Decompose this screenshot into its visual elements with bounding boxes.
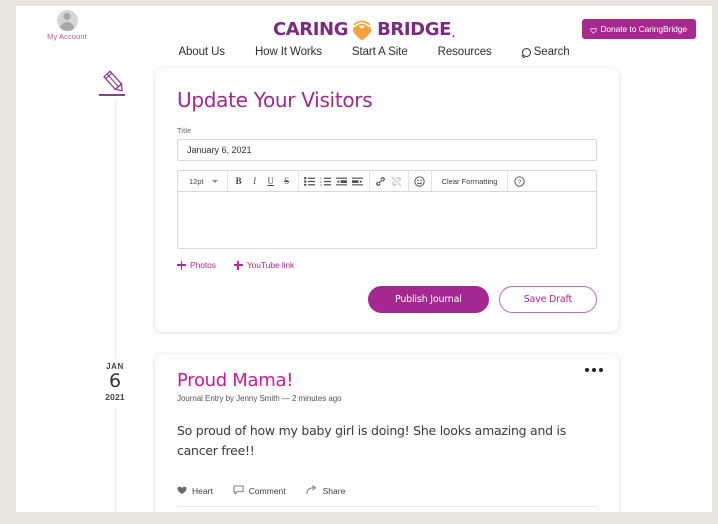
- add-photos-button[interactable]: Photos: [177, 260, 216, 270]
- heart-button[interactable]: Heart: [177, 485, 213, 497]
- emoji-icon[interactable]: [412, 172, 428, 191]
- rich-text-editor: 12pt B I U S 1 2 3 Clear Formatting ?: [177, 170, 597, 249]
- main-nav: About Us How It Works Start A Site Resou…: [16, 46, 712, 58]
- font-size-select[interactable]: 12pt: [181, 177, 224, 186]
- logo-text-left: CARING: [272, 18, 349, 40]
- caringbridge-heart-icon: [350, 16, 374, 42]
- link-icon[interactable]: [373, 172, 389, 191]
- toolbar-group-help: ?: [508, 171, 530, 191]
- nav-item-search[interactable]: Search: [521, 46, 570, 58]
- comment-button[interactable]: Comment: [233, 485, 286, 497]
- indent-icon[interactable]: [350, 172, 366, 191]
- search-icon: [521, 47, 531, 57]
- nav-item-start-a-site[interactable]: Start A Site: [352, 46, 408, 58]
- toolbar-group-link: [370, 171, 409, 191]
- date-year: 2021: [105, 392, 125, 402]
- bullet-list-icon[interactable]: [302, 172, 318, 191]
- pencil-underline: [99, 94, 125, 96]
- editor-actions: Publish Journal Save Draft: [177, 286, 597, 313]
- strikethrough-button[interactable]: S: [279, 172, 295, 191]
- svg-text:?: ?: [518, 179, 522, 186]
- toolbar-group-emoji: [409, 171, 432, 191]
- editor-toolbar: 12pt B I U S 1 2 3 Clear Formatting ?: [177, 170, 597, 191]
- heart-outline-icon: [590, 26, 598, 34]
- comment-label: Comment: [248, 486, 286, 496]
- nav-item-how-it-works[interactable]: How It Works: [255, 46, 322, 58]
- help-icon[interactable]: ?: [511, 172, 527, 191]
- editor-body-input[interactable]: [177, 191, 597, 249]
- share-label: Share: [322, 486, 346, 496]
- timeline-rule: [115, 68, 116, 512]
- unlink-icon[interactable]: [389, 172, 405, 191]
- logo-period: .: [451, 28, 456, 40]
- kebab-menu-icon[interactable]: [585, 368, 603, 372]
- underline-button[interactable]: U: [263, 172, 279, 191]
- date-day: 6: [108, 370, 122, 392]
- site-header: My Account CARING BRIDGE . About Us How …: [16, 6, 712, 68]
- entry-date-stamp: JAN 6 2021: [84, 358, 146, 408]
- save-draft-button[interactable]: Save Draft: [498, 286, 597, 313]
- title-input[interactable]: [177, 139, 597, 161]
- toolbar-group-lists: 123: [299, 171, 370, 191]
- nav-item-resources[interactable]: Resources: [438, 46, 492, 58]
- clear-formatting-button[interactable]: Clear Formatting: [435, 177, 505, 186]
- journal-entry-body: So proud of how my baby girl is doing! S…: [177, 423, 567, 458]
- share-button[interactable]: Share: [306, 485, 346, 497]
- update-visitors-card: Update Your Visitors Title 12pt B: [155, 68, 619, 332]
- page-title: Update Your Visitors: [177, 88, 373, 112]
- journal-entry-title: Proud Mama!: [177, 370, 294, 391]
- nav-item-about-us[interactable]: About Us: [178, 46, 225, 58]
- publish-journal-button[interactable]: Publish Journal: [367, 286, 489, 313]
- logo-text-right: BRIDGE: [377, 18, 451, 40]
- journal-entry-meta: Journal Entry by Jenny Smith — 2 minutes…: [177, 394, 342, 403]
- donate-button-label: Donate to CaringBridge: [600, 24, 687, 34]
- outdent-icon[interactable]: [334, 172, 350, 191]
- toolbar-group-fontsize: 12pt: [178, 171, 228, 191]
- entry-action-bar: Heart Comment Share: [177, 485, 597, 507]
- add-youtube-label: YouTube link: [246, 260, 295, 270]
- nav-search-label: Search: [533, 46, 570, 58]
- page-root: My Account CARING BRIDGE . About Us How …: [16, 6, 712, 512]
- share-arrow-icon: [306, 485, 318, 497]
- journal-entry-card: Proud Mama! Journal Entry by Jenny Smith…: [155, 354, 619, 512]
- donate-button[interactable]: Donate to CaringBridge: [582, 19, 696, 39]
- heart-label: Heart: [192, 486, 213, 496]
- svg-text:3: 3: [320, 183, 322, 186]
- italic-button[interactable]: I: [247, 172, 263, 191]
- attachment-row: Photos YouTube link: [177, 260, 597, 270]
- browser-viewport: My Account CARING BRIDGE . About Us How …: [0, 0, 718, 524]
- toolbar-group-clear: Clear Formatting: [432, 171, 509, 191]
- page-content: JAN 6 2021 Update Your Visitors Title 12…: [16, 68, 712, 512]
- timeline-column: JAN 6 2021: [84, 68, 146, 512]
- toolbar-group-style: B I U S: [228, 171, 299, 191]
- chevron-down-icon: [211, 179, 218, 183]
- plus-icon: [177, 260, 186, 270]
- comment-bubble-icon: [233, 485, 244, 497]
- add-photos-label: Photos: [190, 260, 216, 270]
- title-field-label: Title: [177, 126, 192, 135]
- heart-icon: [177, 485, 187, 497]
- numbered-list-icon[interactable]: 123: [318, 172, 334, 191]
- add-youtube-link-button[interactable]: YouTube link: [233, 260, 295, 270]
- bold-button[interactable]: B: [231, 172, 247, 191]
- font-size-value: 12pt: [189, 176, 204, 186]
- plus-icon: [233, 260, 243, 270]
